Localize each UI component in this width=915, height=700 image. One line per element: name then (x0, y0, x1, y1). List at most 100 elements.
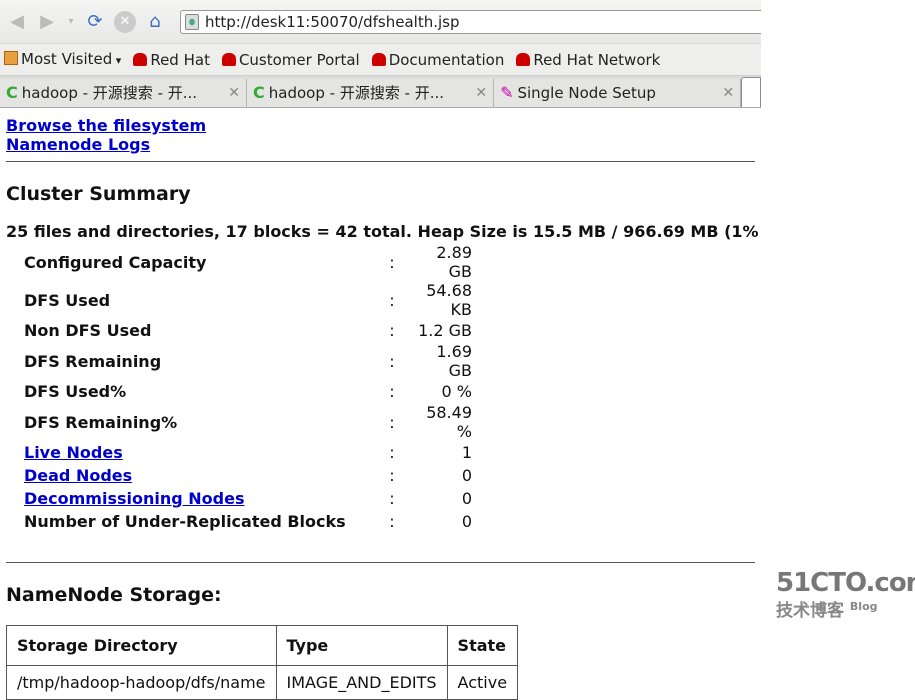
separator: : (389, 382, 395, 401)
summary-key: DFS Used (24, 290, 111, 310)
storage-row: /tmp/hadoop-hadoop/dfs/name IMAGE_AND_EDI… (6, 665, 519, 700)
summary-row: DFS Remaining: 1.69 GB (22, 342, 474, 380)
summary-link[interactable]: Live Nodes (24, 443, 123, 462)
separator: : (389, 321, 395, 340)
navigation-toolbar: ◀ ▶ ▾ ⟳ ✕ ⌂ http://desk11:50070/dfshealt… (0, 0, 761, 44)
chevron-down-icon: ▾ (112, 53, 122, 67)
forward-icon[interactable]: ▶ (36, 11, 58, 33)
browse-filesystem-link[interactable]: Browse the filesystem (6, 116, 206, 135)
summary-row: Number of Under-Replicated Blocks: 0 (22, 510, 474, 533)
summary-value: 58.49 % (426, 403, 472, 441)
summary-value: 54.68 KB (426, 281, 472, 319)
history-dropdown-icon[interactable]: ▾ (66, 11, 76, 33)
summary-row: DFS Used: 54.68 KB (22, 281, 474, 319)
summary-row: Live Nodes: 1 (22, 441, 474, 464)
summary-key: DFS Used% (24, 382, 127, 401)
bookmarks-toolbar: Most Visited ▾ Red Hat Customer Portal Docu… (0, 44, 761, 76)
summary-value: 2.89 GB (436, 243, 472, 281)
summary-value: 0 % (441, 382, 472, 401)
storage-cell: Active (446, 665, 519, 700)
redhat-icon (221, 52, 236, 66)
namenode-storage-heading: NameNode Storage: (6, 584, 222, 606)
cluster-summary-heading: Cluster Summary (6, 183, 191, 205)
storage-table: Storage Directory Type State/tmp/hadoop-ha… (6, 625, 519, 700)
watermark-logo: 51CTO.com 技术博客 Blog (776, 568, 915, 621)
summary-key: DFS Remaining% (24, 412, 178, 432)
bookmark-item[interactable]: Most Visited ▾ (4, 50, 121, 70)
column-header: Type (275, 625, 448, 666)
summary-value: 1.69 GB (436, 342, 472, 380)
summary-value: 0 (461, 489, 472, 508)
browser-tab[interactable]: Chadoop - 开源搜索 - 开... ✕ (247, 79, 495, 107)
browser-window: ◀ ▶ ▾ ⟳ ✕ ⌂ http://desk11:50070/dfshealt… (0, 0, 762, 700)
close-tab-icon[interactable]: ✕ (228, 84, 240, 102)
storage-cell: IMAGE_AND_EDITS (275, 665, 448, 700)
bookmark-item[interactable]: Red Hat (133, 51, 210, 69)
summary-row: Decommissioning Nodes: 0 (22, 487, 474, 510)
bookmark-label: Most Visited (21, 49, 113, 68)
bookmark-label: Red Hat Network (533, 50, 661, 69)
close-tab-icon[interactable]: ✕ (475, 84, 487, 102)
summary-key: Non DFS Used (24, 321, 152, 340)
tab-bar: Chadoop - 开源搜索 - 开... ✕ Chadoop - 开源搜索 - 开… (0, 76, 762, 108)
separator: : (389, 290, 395, 310)
tab-title: hadoop - 开源搜索 - 开... (21, 84, 198, 102)
summary-row: Dead Nodes: 0 (22, 464, 474, 487)
reload-icon[interactable]: ⟳ (84, 11, 106, 33)
summary-key: Configured Capacity (24, 252, 207, 272)
separator: : (389, 489, 395, 508)
cluster-summary-text: 25 files and directories, 17 blocks = 42… (6, 222, 759, 241)
tab-title: Single Node Setup (517, 84, 656, 102)
url-text: http://desk11:50070/dfshealth.jsp (205, 12, 460, 31)
page-icon: ✎ (500, 83, 514, 102)
bookmark-item[interactable]: Customer Portal (221, 50, 360, 69)
bookmark-label: Documentation (388, 50, 505, 69)
summary-value: 0 (461, 466, 472, 485)
url-bar[interactable]: http://desk11:50070/dfshealth.jsp (180, 9, 761, 34)
summary-link[interactable]: Decommissioning Nodes (24, 489, 244, 508)
column-header: Storage Directory (6, 625, 277, 666)
separator: : (389, 351, 395, 371)
summary-row: DFS Remaining%: 58.49 % (22, 403, 474, 441)
bookmark-item[interactable]: Documentation (371, 50, 505, 69)
divider (6, 562, 755, 563)
redhat-icon (516, 52, 531, 66)
summary-value: 1 (461, 443, 472, 462)
redhat-icon (371, 52, 386, 66)
close-tab-icon[interactable]: ✕ (722, 84, 734, 102)
bookmark-label: Customer Portal (238, 50, 360, 69)
browser-tab[interactable]: Chadoop - 开源搜索 - 开... ✕ (0, 79, 248, 107)
bookmark-item[interactable]: Red Hat Network (516, 51, 660, 69)
redhat-icon (133, 52, 148, 66)
divider (6, 161, 755, 162)
active-tab[interactable] (741, 77, 762, 107)
tab-title: hadoop - 开源搜索 - 开... (268, 84, 445, 102)
search-site-icon: C (253, 83, 265, 102)
page-content: Browse the filesystem Namenode Logs Clus… (0, 108, 761, 700)
namenode-logs-link[interactable]: Namenode Logs (6, 135, 150, 154)
stop-icon[interactable]: ✕ (114, 10, 136, 33)
separator: : (389, 443, 395, 462)
summary-row: Configured Capacity: 2.89 GB (22, 243, 474, 281)
summary-key: Number of Under-Replicated Blocks (24, 512, 346, 531)
storage-header-row: Storage Directory Type State (6, 625, 519, 666)
search-site-icon: C (6, 83, 18, 102)
summary-key: DFS Remaining (24, 351, 162, 371)
bookmark-label: Red Hat (150, 50, 210, 69)
cluster-summary-table: Configured Capacity: 2.89 GB DFS Used: 54.6… (22, 243, 474, 533)
summary-value: 0 (461, 512, 472, 531)
browser-tab[interactable]: ✎ Single Node Setup ✕ (494, 79, 742, 107)
most-visited-icon (4, 50, 18, 65)
storage-cell: /tmp/hadoop-hadoop/dfs/name (6, 665, 277, 700)
separator: : (389, 466, 395, 485)
column-header: State (446, 625, 519, 666)
home-icon[interactable]: ⌂ (144, 11, 166, 33)
separator: : (389, 512, 395, 531)
site-icon (185, 13, 199, 30)
separator: : (389, 252, 395, 272)
summary-value: 1.2 GB (418, 321, 472, 340)
summary-row: Non DFS Used: 1.2 GB (22, 319, 474, 342)
separator: : (389, 412, 395, 432)
summary-link[interactable]: Dead Nodes (24, 466, 132, 485)
back-icon[interactable]: ◀ (6, 11, 28, 33)
